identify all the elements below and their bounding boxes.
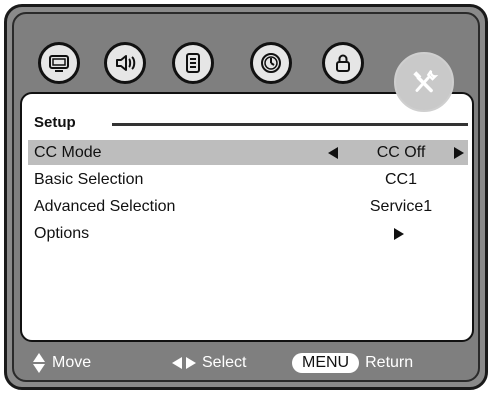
clock-icon[interactable] <box>250 42 292 84</box>
row-label: Basic Selection <box>34 171 144 188</box>
row-value: CC Off <box>376 144 426 161</box>
row-value: Service1 <box>369 198 433 215</box>
menu-row-options[interactable]: Options <box>28 221 468 246</box>
row-label: Advanced Selection <box>34 198 176 215</box>
row-label: Options <box>34 225 90 242</box>
panel-title: Setup <box>34 114 76 131</box>
document-icon[interactable] <box>172 42 214 84</box>
setup-panel: Setup CC Mode CC Off Basic Selection CC1… <box>20 92 474 342</box>
move-label: Move <box>52 354 92 371</box>
left-right-arrow-icon <box>172 356 196 370</box>
menu-row-cc-mode[interactable]: CC Mode CC Off <box>28 140 468 165</box>
select-label: Select <box>202 354 247 371</box>
arrow-left-icon[interactable] <box>328 147 338 159</box>
footer-hints: Move Select MENU Return <box>20 350 474 376</box>
submenu-arrow-icon[interactable] <box>394 228 404 240</box>
menu-row-advanced-selection[interactable]: Advanced Selection Service1 <box>28 194 468 219</box>
setup-wrench-icon[interactable] <box>394 52 454 112</box>
picture-icon[interactable] <box>38 42 80 84</box>
select-hint: Select <box>172 350 246 376</box>
menu-key[interactable]: MENU <box>292 353 360 373</box>
row-label: CC Mode <box>34 144 102 161</box>
move-hint: Move <box>32 350 91 376</box>
lock-icon[interactable] <box>322 42 364 84</box>
audio-icon[interactable] <box>104 42 146 84</box>
return-label: Return <box>365 354 414 371</box>
up-down-arrow-icon <box>32 353 46 373</box>
menu-row-basic-selection[interactable]: Basic Selection CC1 <box>28 167 468 192</box>
return-hint: MENU Return <box>292 350 413 376</box>
title-divider <box>112 123 468 126</box>
row-value: CC1 <box>384 171 417 188</box>
arrow-right-icon[interactable] <box>454 147 464 159</box>
